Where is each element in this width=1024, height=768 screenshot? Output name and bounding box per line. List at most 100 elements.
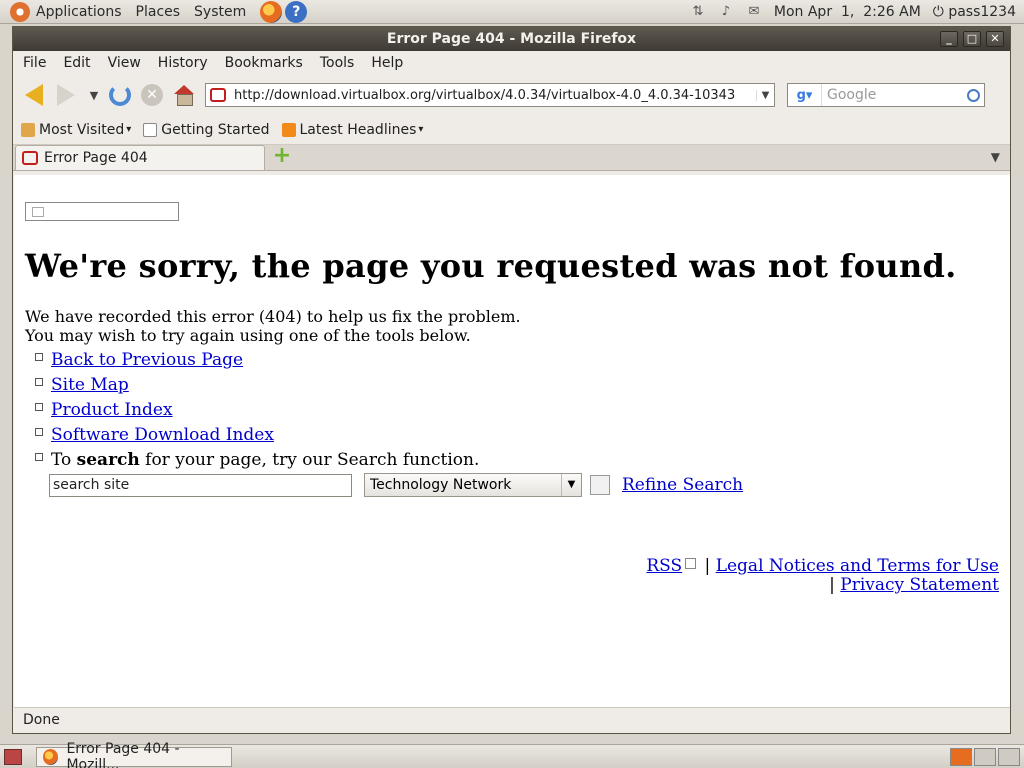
menu-tools[interactable]: Tools — [320, 55, 355, 71]
legal-notices-link[interactable]: Legal Notices and Terms for Use — [716, 556, 999, 576]
menu-file[interactable]: File — [23, 55, 46, 71]
search-engine-selector[interactable]: g▾ — [788, 84, 822, 106]
search-bar[interactable]: g▾ Google — [787, 83, 985, 107]
rss-icon — [685, 558, 697, 569]
mail-icon[interactable]: ✉ — [746, 4, 762, 20]
tab-list-button[interactable]: ▼ — [991, 150, 1000, 164]
bookmarks-toolbar: Most Visited ▾ Getting Started Latest Hea… — [13, 115, 1010, 145]
menu-help[interactable]: Help — [371, 55, 403, 71]
list-item: Product Index — [35, 397, 479, 422]
power-icon: ⏻ — [932, 3, 944, 20]
bookmark-label: Most Visited — [39, 121, 125, 138]
tab-strip: Error Page 404 + ▼ — [13, 145, 1010, 171]
menu-bookmarks[interactable]: Bookmarks — [225, 55, 303, 71]
privacy-statement-link[interactable]: Privacy Statement — [840, 575, 999, 595]
network-icon[interactable]: ⇅ — [690, 4, 706, 20]
taskbar-item-label: Error Page 404 - Mozill... — [66, 740, 180, 768]
back-button[interactable] — [19, 80, 49, 110]
site-search-row: search site Technology Network ▼ Refine … — [49, 473, 743, 497]
workspace-2[interactable] — [974, 747, 996, 766]
reload-button[interactable] — [105, 80, 135, 110]
taskbar-item-firefox[interactable]: Error Page 404 - Mozill... — [36, 741, 232, 768]
search-icon[interactable] — [962, 84, 984, 106]
bullet-icon — [35, 427, 43, 436]
search-scope-value: Technology Network — [370, 477, 512, 493]
search-input[interactable]: Google — [822, 87, 962, 103]
bullet-icon — [35, 352, 43, 361]
chevron-down-icon: ▼ — [561, 474, 581, 496]
window-title: Error Page 404 - Mozilla Firefox — [386, 31, 637, 47]
user-menu[interactable]: ⏻ pass1234 — [933, 4, 1016, 20]
refine-search-link[interactable]: Refine Search — [622, 475, 743, 495]
chevron-down-icon: ▾ — [126, 124, 132, 135]
home-button[interactable] — [169, 80, 199, 110]
page-content: We're sorry, the page you requested was … — [14, 175, 1010, 707]
error-message-line: You may wish to try again using one of t… — [25, 326, 471, 345]
url-bar[interactable]: http://download.virtualbox.org/virtualbo… — [205, 83, 775, 107]
tab-title: Error Page 404 — [44, 150, 148, 166]
footer-separator: | — [823, 575, 841, 595]
list-item: Site Map — [35, 372, 479, 397]
menu-history[interactable]: History — [158, 55, 208, 71]
back-arrow-icon — [25, 84, 43, 106]
ubuntu-logo-icon[interactable] — [10, 1, 30, 22]
rss-icon — [281, 122, 296, 137]
firefox-launcher-icon[interactable] — [260, 0, 283, 23]
trash-icon[interactable] — [998, 747, 1020, 766]
minimize-button[interactable]: _ — [940, 31, 958, 47]
list-item: To search for your page, try our Search … — [35, 447, 479, 472]
top-panel: Applications Places System ? ⇅ ♪ ✉ Mon A… — [0, 0, 1024, 24]
search-hint: To search for your page, try our Search … — [51, 450, 479, 470]
bookmark-most-visited[interactable]: Most Visited ▾ — [21, 122, 131, 138]
site-search-input[interactable]: search site — [49, 473, 352, 497]
forward-arrow-icon — [57, 84, 75, 106]
workspace-1[interactable] — [950, 747, 972, 766]
rss-link[interactable]: RSS — [646, 556, 682, 576]
search-hint-bold: search — [76, 449, 140, 470]
back-to-previous-page-link[interactable]: Back to Previous Page — [51, 350, 243, 370]
product-index-link[interactable]: Product Index — [51, 400, 173, 420]
help-launcher-icon[interactable]: ? — [285, 0, 308, 23]
history-dropdown-button[interactable]: ▼ — [83, 89, 105, 102]
menu-edit[interactable]: Edit — [63, 55, 90, 71]
software-download-index-link[interactable]: Software Download Index — [51, 425, 274, 445]
error-message: We have recorded this error (404) to hel… — [25, 307, 521, 345]
forward-button[interactable] — [51, 80, 81, 110]
new-tab-button[interactable]: + — [271, 145, 293, 168]
list-item: Back to Previous Page — [35, 347, 479, 372]
bullet-icon — [35, 377, 43, 386]
tab-error-page[interactable]: Error Page 404 — [15, 145, 265, 170]
stop-button[interactable]: ✕ — [137, 80, 167, 110]
bookmark-latest-headlines[interactable]: Latest Headlines ▾ — [281, 121, 423, 138]
status-bar: Done — [14, 707, 1010, 732]
url-text[interactable]: http://download.virtualbox.org/virtualbo… — [234, 88, 756, 103]
bookmark-getting-started[interactable]: Getting Started — [143, 122, 270, 138]
window-titlebar[interactable]: Error Page 404 - Mozilla Firefox _ □ ✕ — [13, 27, 1010, 51]
system-menu[interactable]: System — [194, 4, 246, 20]
clock[interactable]: Mon Apr 1, 2:26 AM — [774, 4, 921, 20]
home-icon — [173, 85, 195, 106]
reload-icon — [109, 84, 131, 106]
stop-icon: ✕ — [141, 84, 163, 106]
search-scope-select[interactable]: Technology Network ▼ — [364, 473, 582, 497]
site-map-link[interactable]: Site Map — [51, 375, 129, 395]
bookmark-label: Latest Headlines — [299, 121, 417, 138]
applications-menu[interactable]: Applications — [36, 4, 122, 20]
maximize-button[interactable]: □ — [963, 31, 981, 47]
search-hint-suffix: for your page, try our Search function. — [139, 449, 480, 470]
footer-separator: | — [699, 556, 716, 576]
bullet-icon — [35, 452, 43, 461]
close-button[interactable]: ✕ — [986, 31, 1004, 47]
search-go-button[interactable] — [590, 475, 610, 495]
firefox-icon — [43, 748, 59, 765]
volume-icon[interactable]: ♪ — [718, 4, 734, 20]
error-message-line: We have recorded this error (404) to hel… — [25, 307, 521, 326]
page-icon — [143, 122, 158, 137]
help-links-list: Back to Previous Page Site Map Product I… — [35, 347, 479, 472]
menu-view[interactable]: View — [108, 55, 141, 71]
places-menu[interactable]: Places — [136, 4, 181, 20]
site-header-search-box[interactable] — [25, 202, 179, 221]
url-dropdown-button[interactable]: ▼ — [756, 89, 774, 101]
show-desktop-button[interactable] — [4, 748, 22, 765]
status-text: Done — [23, 712, 60, 728]
